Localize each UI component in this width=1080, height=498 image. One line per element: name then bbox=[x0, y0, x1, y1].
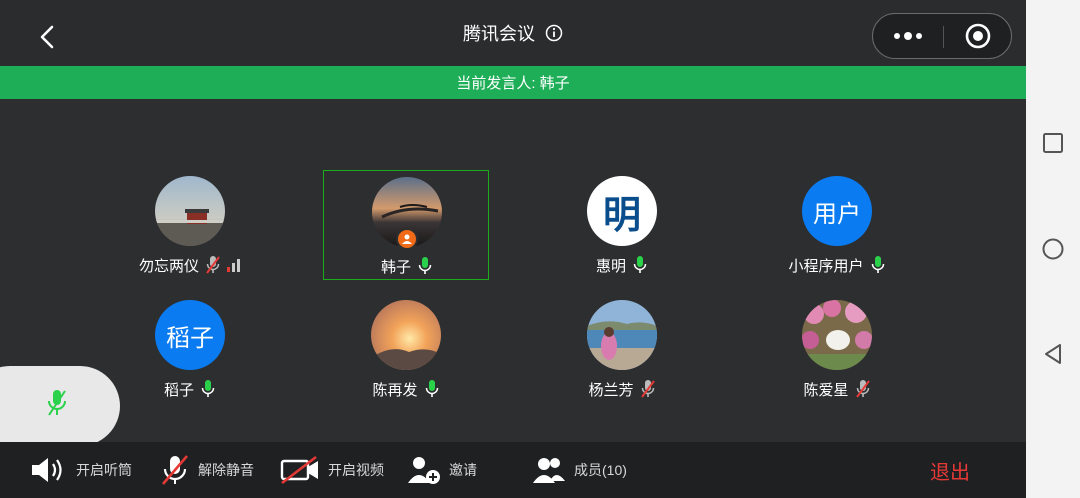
participant-name: 稻子 bbox=[163, 381, 194, 399]
avatar bbox=[155, 176, 225, 246]
unmute-label: 解除静音 bbox=[198, 462, 254, 478]
participant-name-line: 韩子 bbox=[324, 255, 490, 277]
close-button[interactable] bbox=[944, 14, 1012, 58]
members-button[interactable]: 成员(10) bbox=[532, 442, 627, 498]
invite-button[interactable]: 邀请 bbox=[407, 442, 477, 498]
avatar bbox=[371, 300, 441, 370]
mic-muted-icon bbox=[855, 380, 870, 398]
participant-tile-active-speaker[interactable]: 韩子 bbox=[323, 170, 489, 280]
participant-name: 陈爱星 bbox=[803, 381, 849, 399]
participant-tile[interactable]: 陈再发 bbox=[323, 294, 489, 404]
signal-strength-icon bbox=[227, 259, 240, 272]
unmute-button[interactable]: 解除静音 bbox=[160, 442, 254, 498]
mic-on-icon bbox=[201, 380, 215, 397]
exit-button[interactable]: 退出 bbox=[930, 442, 970, 498]
home-icon[interactable] bbox=[1041, 237, 1065, 261]
participant-name-line: 陈爱星 bbox=[754, 378, 920, 400]
participant-name: 惠明 bbox=[595, 257, 626, 275]
participant-tile[interactable]: 勿忘两仪 bbox=[107, 170, 273, 280]
mic-on-icon bbox=[425, 380, 438, 397]
mic-on-icon bbox=[633, 256, 647, 273]
avatar-text: 稻子 bbox=[166, 324, 214, 352]
members-icon bbox=[533, 458, 565, 483]
mic-on-icon bbox=[418, 257, 432, 274]
recent-apps-icon[interactable] bbox=[1041, 131, 1065, 155]
avatar-text: 明 bbox=[602, 194, 641, 237]
start-video-button[interactable]: 开启视频 bbox=[280, 442, 384, 498]
participant-name: 小程序用户 bbox=[788, 257, 864, 275]
participant-tile[interactable]: 杨兰芳 bbox=[539, 294, 705, 404]
floating-audio-panel[interactable] bbox=[0, 366, 120, 446]
mic-muted-icon bbox=[162, 455, 188, 485]
mic-muted-icon bbox=[206, 256, 220, 274]
mini-program-capsule bbox=[872, 13, 1012, 59]
page-title: 腾讯会议 bbox=[463, 24, 535, 44]
participant-name: 韩子 bbox=[380, 258, 411, 276]
participant-tile[interactable]: 用户 小程序用户 bbox=[754, 170, 920, 280]
participant-name-line: 勿忘两仪 bbox=[107, 254, 273, 276]
avatar: 用户 bbox=[802, 176, 872, 246]
host-badge-icon bbox=[396, 228, 418, 250]
participant-name-line: 小程序用户 bbox=[754, 254, 920, 276]
bottom-toolbar: 开启听筒 解除静音 开启视频 邀请 成员(10) 退出 bbox=[0, 442, 1026, 498]
speaker-toggle-button[interactable]: 开启听筒 bbox=[30, 442, 132, 498]
avatar: 明 bbox=[587, 176, 657, 246]
mic-muted-icon[interactable] bbox=[46, 388, 68, 418]
start-video-label: 开启视频 bbox=[328, 462, 384, 478]
participant-name-line: 稻子 bbox=[107, 378, 273, 400]
add-user-icon bbox=[408, 457, 440, 484]
participant-tile[interactable]: 陈爱星 bbox=[754, 294, 920, 404]
invite-label: 邀请 bbox=[449, 462, 477, 478]
system-navigation-bar bbox=[1026, 0, 1080, 498]
meeting-app: 腾讯会议 当前发言人: 韩子 勿忘两仪 韩子 明 惠明 用户 小程序用户 稻子 … bbox=[0, 0, 1026, 498]
avatar bbox=[802, 300, 872, 370]
mic-on-icon bbox=[871, 256, 884, 273]
participant-name: 陈再发 bbox=[372, 381, 418, 399]
speaker-toggle-label: 开启听筒 bbox=[76, 462, 132, 478]
current-speaker-banner: 当前发言人: 韩子 bbox=[0, 66, 1026, 99]
record-target-icon bbox=[965, 23, 991, 49]
participant-name-line: 杨兰芳 bbox=[539, 378, 705, 400]
more-button[interactable] bbox=[873, 14, 943, 58]
participant-tile[interactable]: 明 惠明 bbox=[539, 170, 705, 280]
back-triangle-icon[interactable] bbox=[1041, 342, 1065, 366]
avatar: 稻子 bbox=[155, 300, 225, 370]
avatar bbox=[587, 300, 657, 370]
avatar-text: 用户 bbox=[813, 200, 861, 228]
mic-muted-icon bbox=[640, 380, 655, 398]
members-label: 成员(10) bbox=[574, 462, 627, 478]
more-dots-icon bbox=[894, 32, 922, 40]
speaker-icon bbox=[32, 458, 62, 482]
participant-name: 勿忘两仪 bbox=[138, 257, 199, 275]
participant-tile[interactable]: 稻子 稻子 bbox=[107, 294, 273, 404]
top-bar: 腾讯会议 bbox=[0, 0, 1026, 66]
participant-name: 杨兰芳 bbox=[588, 381, 634, 399]
participant-name-line: 陈再发 bbox=[323, 378, 489, 400]
info-icon[interactable] bbox=[545, 24, 563, 42]
video-off-icon bbox=[280, 455, 318, 485]
participant-name-line: 惠明 bbox=[539, 254, 705, 276]
